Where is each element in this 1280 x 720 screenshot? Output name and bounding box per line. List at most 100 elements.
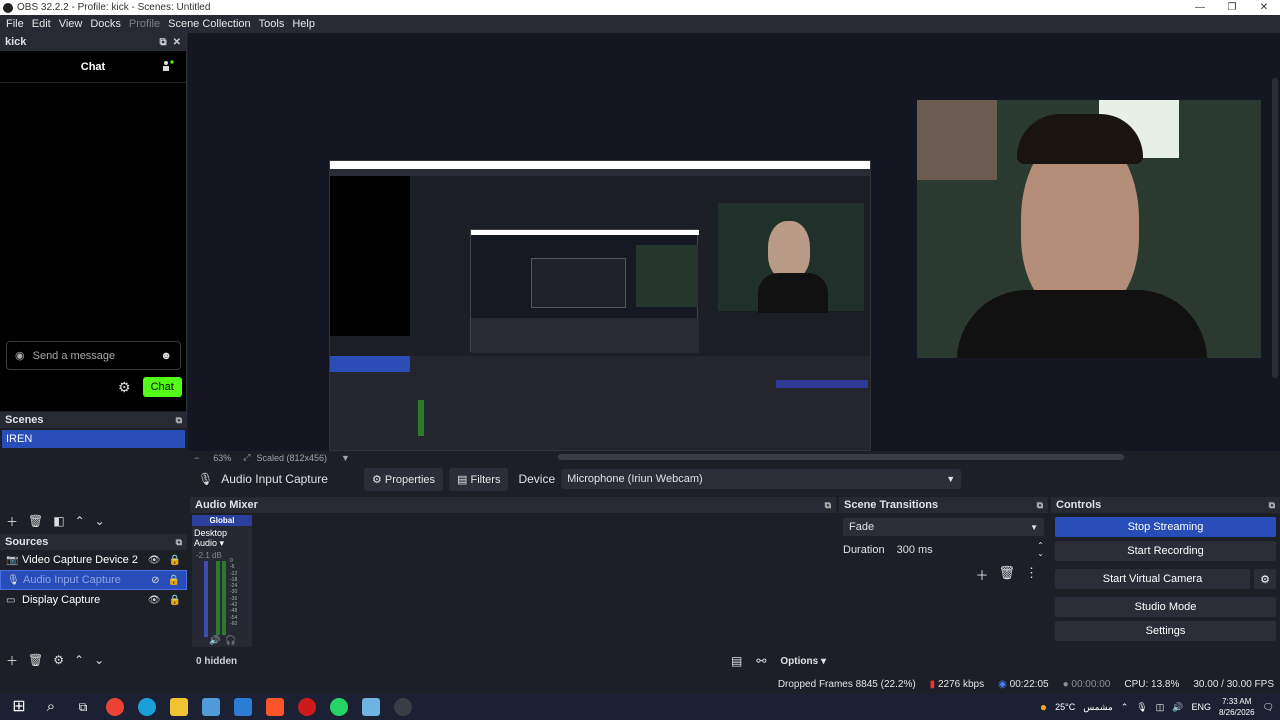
- move-up-icon[interactable]: ⌃: [74, 653, 84, 667]
- delete-icon[interactable]: 🗑: [28, 514, 43, 528]
- notifications-icon[interactable]: 🗨: [1263, 702, 1274, 713]
- microphone-icon[interactable]: 🎙: [1136, 702, 1147, 713]
- virtual-camera-gear-icon[interactable]: ⚙: [1254, 569, 1276, 589]
- menu-profile[interactable]: Profile: [125, 18, 164, 30]
- obs-icon[interactable]: [394, 698, 412, 716]
- link-icon[interactable]: ⚯: [756, 654, 766, 668]
- preview-horizontal-scrollbar[interactable]: [558, 454, 1124, 460]
- undock-icon[interactable]: ⧉: [1269, 500, 1280, 511]
- stop-streaming-button[interactable]: Stop Streaming: [1055, 517, 1276, 537]
- minimize-button[interactable]: —: [1184, 0, 1216, 15]
- chat-settings-gear-icon[interactable]: ⚙: [118, 379, 131, 396]
- eye-icon[interactable]: 👁: [148, 595, 161, 606]
- scale-dropdown-icon[interactable]: ▼: [341, 453, 350, 463]
- menu-scene-collection[interactable]: Scene Collection: [164, 18, 255, 30]
- options-label: Options: [780, 655, 819, 667]
- maximize-button[interactable]: ❐: [1216, 0, 1248, 15]
- preview-canvas[interactable]: [188, 33, 1280, 451]
- lock-icon[interactable]: 🔒: [169, 555, 181, 566]
- device-select[interactable]: Microphone (Iriun Webcam) ▼: [561, 469, 962, 489]
- volume-icon[interactable]: 🔊: [1172, 702, 1183, 713]
- add-icon[interactable]: ＋: [975, 565, 988, 584]
- eye-icon[interactable]: 👁: [148, 555, 161, 566]
- undock-icon[interactable]: ⧉: [159, 37, 166, 48]
- undock-icon[interactable]: ⧉: [176, 415, 187, 426]
- duration-spinbox[interactable]: 300 ms ⌃ ⌄: [893, 541, 1044, 559]
- lock-icon[interactable]: 🔒: [169, 595, 181, 606]
- lock-icon[interactable]: 🔒: [168, 575, 180, 586]
- start-recording-button[interactable]: Start Recording: [1055, 541, 1276, 561]
- file-explorer-icon[interactable]: [170, 698, 188, 716]
- preview-vertical-scrollbar[interactable]: [1272, 78, 1278, 378]
- gear-icon[interactable]: ⚙: [53, 653, 64, 667]
- spin-arrows-icon[interactable]: ⌃ ⌄: [1037, 542, 1044, 558]
- opera-icon[interactable]: [298, 698, 316, 716]
- task-view-icon[interactable]: ⧉: [74, 698, 92, 716]
- settings-button[interactable]: Settings: [1055, 621, 1276, 641]
- mail-icon[interactable]: [234, 698, 252, 716]
- add-icon[interactable]: ＋: [6, 513, 18, 530]
- menu-file[interactable]: File: [2, 18, 28, 30]
- start-virtual-camera-button[interactable]: Start Virtual Camera: [1055, 569, 1250, 589]
- filters-button[interactable]: ▤ Filters: [449, 467, 509, 491]
- emoji-icon[interactable]: ☻: [160, 350, 172, 362]
- source-item-video-capture[interactable]: 📷 Video Capture Device 2 👁 🔒: [0, 550, 187, 570]
- selected-source-name: Audio Input Capture: [221, 472, 328, 486]
- whatsapp-icon[interactable]: [330, 698, 348, 716]
- volume-slider[interactable]: [204, 561, 208, 637]
- delete-icon[interactable]: 🗑: [28, 653, 43, 667]
- add-icon[interactable]: ＋: [6, 652, 18, 669]
- scene-item[interactable]: IREN: [2, 430, 185, 448]
- speaker-icon[interactable]: 🔊: [209, 635, 220, 646]
- fps: 30.00 / 30.00 FPS: [1193, 678, 1274, 690]
- chat-emote-icon[interactable]: ◉: [15, 349, 25, 362]
- studio-mode-button[interactable]: Studio Mode: [1055, 597, 1276, 617]
- options-button[interactable]: Options ▾: [780, 656, 826, 667]
- scale-label: Scaled (812x456): [256, 452, 328, 463]
- chat-send-button[interactable]: Chat: [142, 377, 182, 397]
- source-item-display-capture[interactable]: ▭ Display Capture 👁 🔒: [0, 590, 187, 610]
- more-icon[interactable]: ⋮: [1025, 565, 1038, 584]
- channel-name[interactable]: Desktop Audio ▾: [192, 526, 252, 551]
- weather-icon[interactable]: ●: [1040, 700, 1047, 714]
- store-icon[interactable]: [202, 698, 220, 716]
- device-name: Desktop Audio: [194, 528, 228, 548]
- layout-icon[interactable]: ▤: [731, 654, 742, 668]
- close-icon[interactable]: ✕: [173, 37, 181, 48]
- undock-icon[interactable]: ⧉: [1037, 500, 1048, 511]
- source-item-audio-input[interactable]: 🎙 Audio Input Capture ⊘ 🔒: [0, 570, 187, 590]
- menu-tools[interactable]: Tools: [255, 18, 289, 30]
- move-up-icon[interactable]: ⌃: [75, 514, 85, 528]
- undock-icon[interactable]: ⧉: [825, 500, 836, 511]
- properties-button[interactable]: ⚙ Properties: [363, 467, 444, 491]
- clock[interactable]: 7:33 AM 8/26/2026: [1219, 696, 1255, 718]
- edge-icon[interactable]: [138, 698, 156, 716]
- transition-select[interactable]: Fade ▼: [843, 518, 1044, 536]
- weather-text: مشمس: [1083, 701, 1113, 712]
- chat-message-input[interactable]: ◉ Send a message ☻: [6, 341, 181, 370]
- menu-docks[interactable]: Docks: [86, 18, 125, 30]
- undock-icon[interactable]: ⧉: [176, 537, 187, 548]
- chrome-icon[interactable]: [106, 698, 124, 716]
- chevron-up-icon[interactable]: ⌃: [1121, 702, 1129, 713]
- notepad-icon[interactable]: [362, 698, 380, 716]
- brave-icon[interactable]: [266, 698, 284, 716]
- move-down-icon[interactable]: ⌄: [95, 514, 105, 528]
- menu-edit[interactable]: Edit: [28, 18, 55, 30]
- language-indicator[interactable]: ENG: [1191, 702, 1211, 712]
- start-icon[interactable]: ⊞: [10, 698, 28, 716]
- menu-view[interactable]: View: [55, 18, 87, 30]
- move-down-icon[interactable]: ⌄: [94, 653, 104, 667]
- expand-icon[interactable]: ⤢: [243, 452, 250, 463]
- close-button[interactable]: ✕: [1248, 0, 1280, 15]
- network-icon[interactable]: ◫: [1156, 702, 1165, 713]
- filter-icon[interactable]: ◧: [53, 514, 64, 528]
- menu-help[interactable]: Help: [288, 18, 319, 30]
- delete-icon[interactable]: 🗑: [998, 565, 1015, 584]
- weather-temp[interactable]: 25°C: [1055, 702, 1075, 712]
- headphones-icon[interactable]: 🎧: [225, 635, 236, 646]
- eye-hidden-icon[interactable]: ⊘: [151, 575, 159, 586]
- search-icon[interactable]: ⌕: [42, 698, 60, 716]
- zoom-out-icon[interactable]: −: [194, 453, 199, 463]
- users-icon[interactable]: [162, 60, 174, 72]
